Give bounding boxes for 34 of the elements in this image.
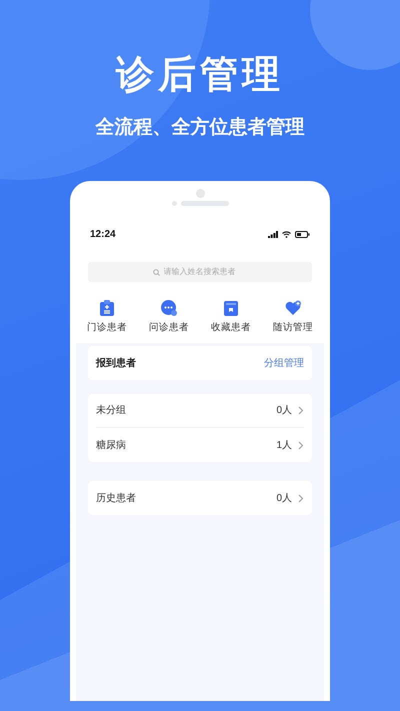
camera-icon (196, 189, 204, 198)
shortcut-button[interactable]: 收藏患者 (200, 299, 262, 336)
status-time: 12:24 (90, 228, 116, 242)
search-icon (152, 268, 160, 276)
speaker-icon (180, 201, 228, 206)
folder-icon (222, 299, 240, 317)
subtitle: 全流程、全方位患者管理 (96, 116, 304, 140)
patient-count: 0人 (276, 492, 292, 506)
group-row[interactable]: 未分组 0人 (96, 394, 304, 428)
group-name: 糖尿病 (96, 438, 126, 453)
group-row[interactable]: 历史患者 0人 (96, 481, 304, 516)
heart-plus-icon (284, 299, 302, 317)
shortcut-button[interactable]: 随访管理 (262, 299, 324, 336)
chevron-right-icon (298, 494, 304, 503)
chat-bubble-icon (160, 299, 178, 317)
group-name: 未分组 (96, 404, 126, 418)
patient-count: 0人 (276, 404, 292, 418)
wifi-icon (282, 231, 291, 238)
patient-count: 1人 (276, 438, 292, 453)
headline: 诊后管理 (116, 53, 284, 97)
signal-icon (268, 231, 278, 238)
group-row[interactable]: 糖尿病 1人 (96, 428, 304, 462)
group-name: 历史患者 (96, 492, 136, 506)
section-title: 报到患者 (96, 356, 136, 371)
search-field[interactable]: 请输入姓名搜索患者 (88, 262, 312, 282)
clipboard-icon (98, 299, 116, 317)
battery-icon (295, 231, 310, 238)
chevron-right-icon (298, 406, 304, 416)
shortcut-button[interactable]: 问诊患者 (138, 299, 200, 336)
sensor-icon (172, 201, 176, 206)
chevron-right-icon (298, 440, 304, 450)
shortcut-button[interactable]: 门诊患者 (76, 299, 138, 336)
group-manage-link[interactable]: 分组管理 (264, 356, 304, 371)
search-input[interactable]: 请输入姓名搜索患者 (164, 266, 248, 278)
